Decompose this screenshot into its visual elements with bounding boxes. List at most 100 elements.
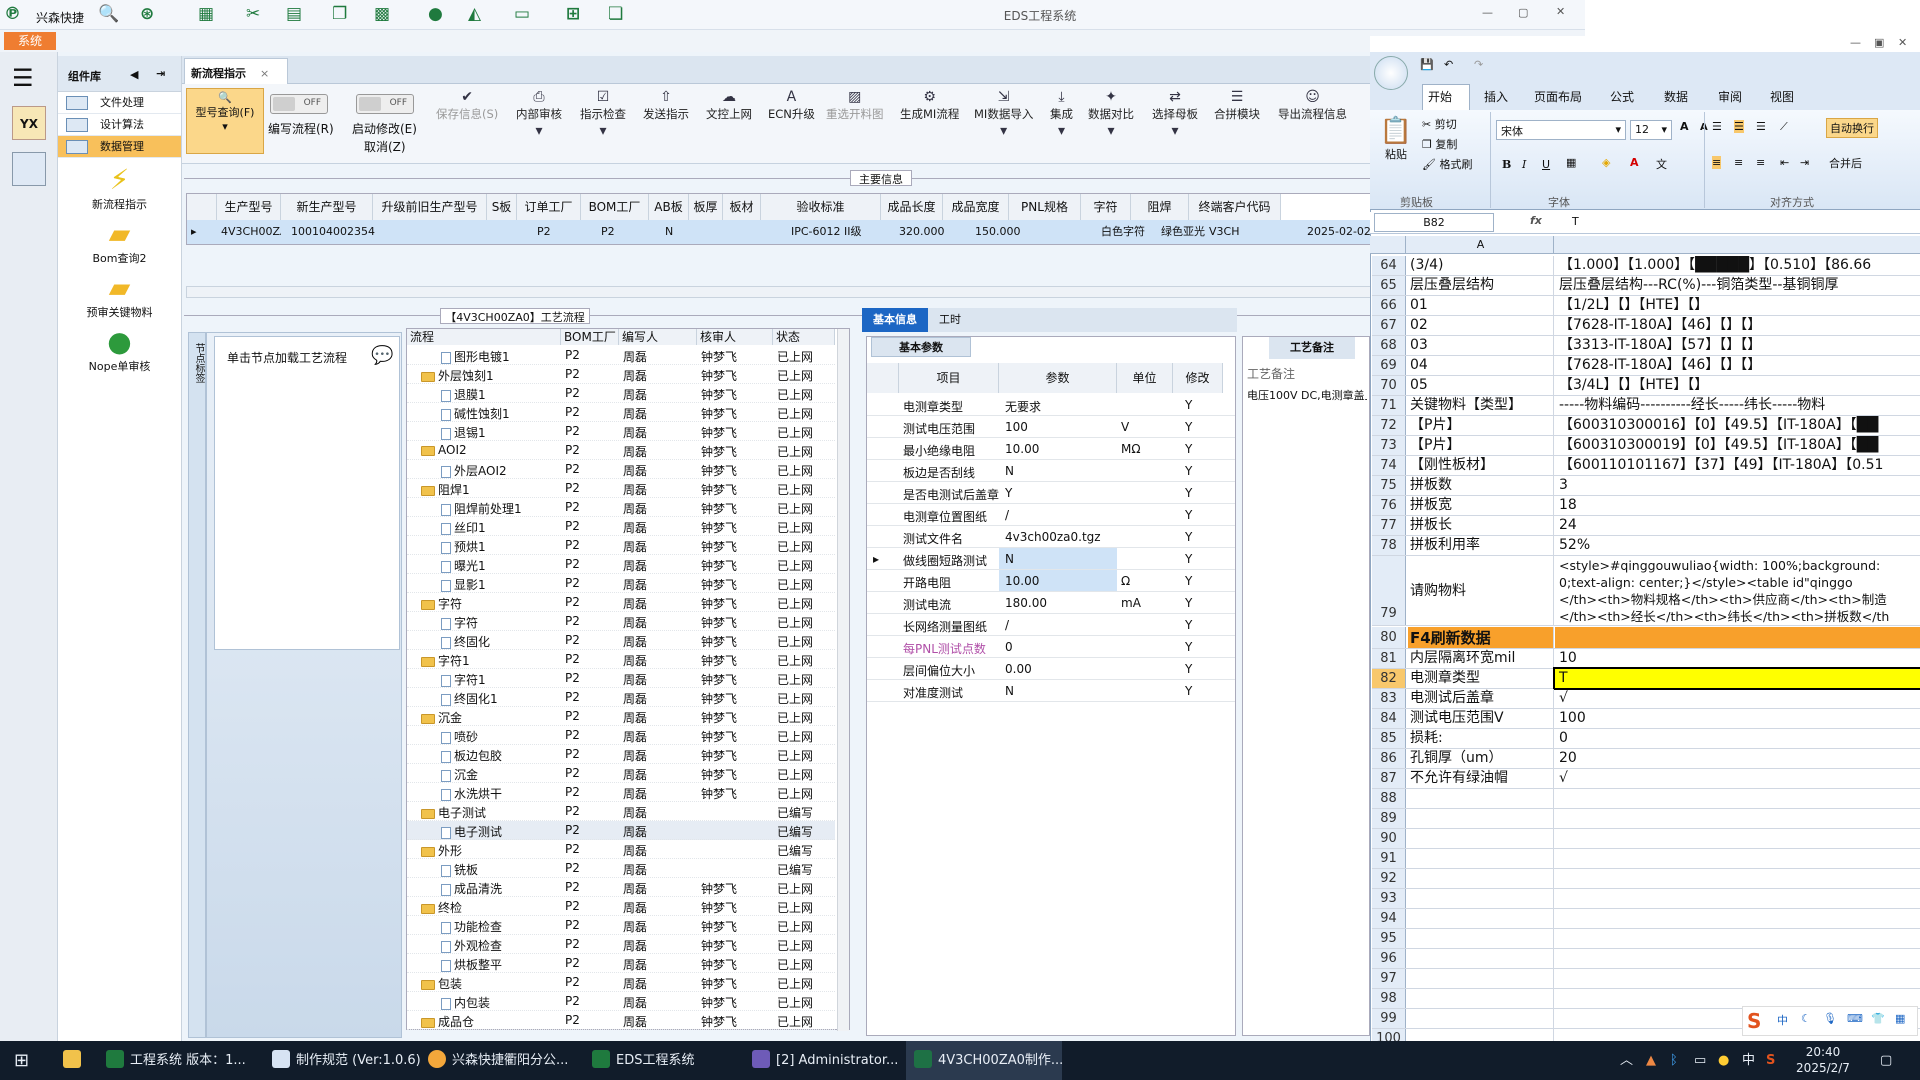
col-header-a[interactable]: A xyxy=(1408,236,1554,254)
model-query-button[interactable]: 🔍 型号查询(F) ▾ xyxy=(186,88,264,154)
cell-a[interactable]: 测试电压范围V xyxy=(1408,709,1554,728)
save-info-button[interactable]: ✔ 保存信息(S) xyxy=(436,88,498,122)
ime-toolbar[interactable]: S 中 ☾ 🎙 ⌨ 👕 ▦ xyxy=(1742,1006,1918,1036)
cell-a[interactable] xyxy=(1408,889,1554,908)
tree-node-label[interactable]: 板边包胶 xyxy=(441,747,502,764)
row-number[interactable]: 85 xyxy=(1372,729,1406,748)
param-row[interactable]: 电测章位置图纸 / Y xyxy=(867,504,1235,526)
data-compare-button[interactable]: ✦ 数据对比 ▾ xyxy=(1088,88,1134,140)
tree-node-label[interactable]: 阻焊前处理1 xyxy=(441,500,522,517)
cell-b[interactable] xyxy=(1555,849,1920,868)
cell-b[interactable]: 【3/4L】【】【HTE】【】 xyxy=(1555,376,1920,395)
minimize-button[interactable]: — xyxy=(1850,36,1861,49)
tree-row[interactable]: 喷砂 P2 周磊 钟梦飞 已上网 xyxy=(407,726,835,745)
cell-a[interactable]: 拼板长 xyxy=(1408,516,1554,535)
link-key-material[interactable]: ▰ 预审关键物料 xyxy=(58,272,181,320)
border-icon[interactable]: ▦ xyxy=(1566,156,1576,169)
tree-row[interactable]: 曝光1 P2 周磊 钟梦飞 已上网 xyxy=(407,555,835,574)
taskbar-item-engineering[interactable]: 工程系统 版本：1... xyxy=(106,1041,254,1080)
cell-b[interactable]: 3 xyxy=(1555,476,1920,495)
bold-button[interactable]: B xyxy=(1502,158,1511,171)
row-number[interactable]: 91 xyxy=(1372,849,1406,868)
cell-a[interactable] xyxy=(1408,1009,1554,1028)
tree-node-label[interactable]: 字符1 xyxy=(421,652,470,669)
ribbon-tab-review[interactable]: 审阅 xyxy=(1718,88,1742,105)
cell-a[interactable] xyxy=(1408,829,1554,848)
cell-b[interactable] xyxy=(1555,829,1920,848)
start-modify-toggle[interactable]: OFF xyxy=(356,94,414,114)
cell-b[interactable]: 24 xyxy=(1555,516,1920,535)
col-header[interactable]: 单位 xyxy=(1117,363,1173,393)
cell-a[interactable] xyxy=(1408,789,1554,808)
tree-node-label[interactable]: 字符1 xyxy=(441,671,486,688)
cell-a[interactable]: 孔铜厚（um） xyxy=(1408,749,1554,768)
cell-b[interactable]: 【7628-IT-180A】【46】【】【】 xyxy=(1555,356,1920,375)
cell-a[interactable]: 电测试后盖章 xyxy=(1408,689,1554,708)
tree-row[interactable]: 字符 P2 周磊 钟梦飞 已上网 xyxy=(407,593,835,612)
tree-row[interactable]: 铣板 P2 周磊 已编写 xyxy=(407,859,835,878)
cell-date[interactable]: 2025-02-02 xyxy=(1307,220,1370,244)
cell-b[interactable]: 【1.000】【1.000】【█████】【0.510】【86.66 xyxy=(1555,256,1920,275)
tree-node-label[interactable]: 电子测试 xyxy=(421,804,486,821)
name-box[interactable]: B82 xyxy=(1374,213,1494,232)
cell-a[interactable]: 不允许有绿油帽 xyxy=(1408,769,1554,788)
tree-node-label[interactable]: 成品清洗 xyxy=(441,880,502,897)
fx-icon[interactable]: fx xyxy=(1530,214,1542,227)
tree-node-label[interactable]: 图形电镀1 xyxy=(441,348,510,365)
row-number[interactable]: 86 xyxy=(1372,749,1406,768)
tree-node-label[interactable]: AOI2 xyxy=(421,443,467,457)
row-number[interactable]: 88 xyxy=(1372,789,1406,808)
param-row[interactable]: 板边是否刮线 N Y xyxy=(867,460,1235,482)
tree-node-label[interactable]: 阻焊1 xyxy=(421,481,470,498)
col-header[interactable]: 验收标准 xyxy=(761,194,881,220)
edit-flow-toggle[interactable]: OFF xyxy=(270,94,328,114)
cell-value[interactable]: 0.00 xyxy=(1005,662,1032,676)
row-number[interactable]: 96 xyxy=(1372,949,1406,968)
italic-button[interactable]: I xyxy=(1522,158,1526,171)
cell-b[interactable]: 10 xyxy=(1555,649,1920,668)
tree-row[interactable]: 退锡1 P2 周磊 钟梦飞 已上网 xyxy=(407,422,835,441)
chevron-left-icon[interactable]: ◀ xyxy=(130,68,138,81)
cell-b[interactable] xyxy=(1555,889,1920,908)
row-number[interactable]: 78 xyxy=(1372,536,1406,555)
col-header[interactable]: 修改 xyxy=(1173,363,1223,393)
tree-row[interactable]: AOI2 P2 周磊 钟梦飞 已上网 xyxy=(407,441,835,460)
phonetic-icon[interactable]: 文 xyxy=(1656,156,1667,172)
cell-a[interactable]: 内层隔离环宽mil xyxy=(1408,649,1554,668)
tree-row[interactable]: 显影1 P2 周磊 钟梦飞 已上网 xyxy=(407,574,835,593)
comp-item-data-management[interactable]: 数据管理 xyxy=(58,136,181,158)
font-size-select[interactable]: 12 ▾ xyxy=(1630,120,1672,140)
cell-a[interactable] xyxy=(1408,869,1554,888)
copy-icon[interactable]: ❐ xyxy=(332,4,356,26)
tab-close-icon[interactable]: × xyxy=(260,67,269,80)
undo-icon[interactable]: ↶ xyxy=(1444,58,1453,71)
tree-row[interactable]: 阻焊1 P2 周磊 钟梦飞 已上网 xyxy=(407,479,835,498)
col-header[interactable]: BOM工厂 xyxy=(581,194,649,220)
cell-a[interactable]: 请购物料 xyxy=(1408,556,1554,625)
param-row[interactable]: 每PNL测试点数 0 Y xyxy=(867,636,1235,658)
cell-a[interactable]: (3/4) xyxy=(1408,256,1554,275)
tree-row[interactable]: 成品仓 P2 周磊 钟梦飞 已上网 xyxy=(407,1011,835,1030)
row-number[interactable]: 67 xyxy=(1372,316,1406,335)
col-header[interactable]: BOM工厂 xyxy=(561,329,619,345)
sogou-tray-icon[interactable]: S xyxy=(1766,1041,1775,1080)
redo-icon[interactable]: ↷ xyxy=(1474,58,1483,71)
cell-length[interactable]: 320.000 xyxy=(899,220,949,244)
tree-node-label[interactable]: 包装 xyxy=(421,975,462,992)
param-row[interactable]: 最小绝缘电阻 10.00 MΩ Y xyxy=(867,438,1235,460)
tree-row[interactable]: 成品清洗 P2 周磊 钟梦飞 已上网 xyxy=(407,878,835,897)
memo-text[interactable]: 电压100V DC,电测章盖上 xyxy=(1247,387,1367,403)
tree-row[interactable]: 沉金 P2 周磊 钟梦飞 已上网 xyxy=(407,764,835,783)
tree-node-label[interactable]: 外层蚀刻1 xyxy=(421,367,494,384)
tree-row[interactable]: 外观检查 P2 周磊 钟梦飞 已上网 xyxy=(407,935,835,954)
search-icon[interactable]: 🔍 xyxy=(98,4,122,26)
cell-b[interactable] xyxy=(1555,989,1920,1008)
tree-row[interactable]: 字符1 P2 周磊 钟梦飞 已上网 xyxy=(407,669,835,688)
param-row[interactable]: 开路电阻 10.00 Ω Y xyxy=(867,570,1235,592)
col-header[interactable]: 核审人 xyxy=(697,329,773,345)
ime-indicator[interactable]: 中 xyxy=(1742,1041,1755,1080)
row-number[interactable]: 83 xyxy=(1372,689,1406,708)
col-header[interactable]: 新生产型号 xyxy=(281,194,373,220)
cell-a[interactable] xyxy=(1408,909,1554,928)
send-instruction-button[interactable]: ⇧ 发送指示 xyxy=(643,88,689,122)
